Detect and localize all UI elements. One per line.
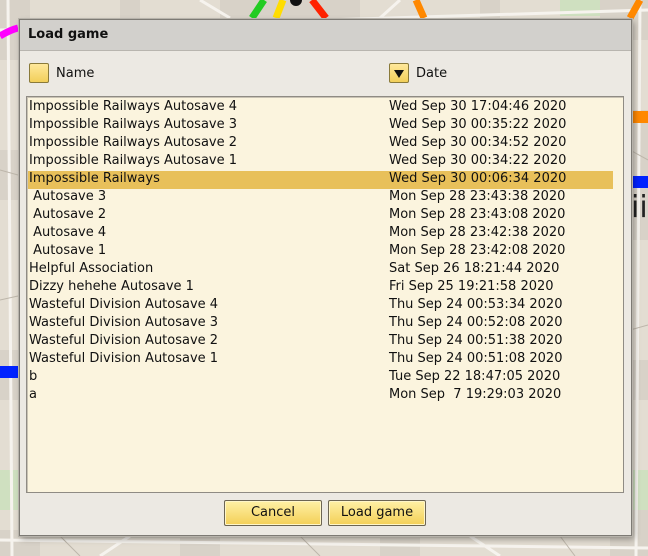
saved-game-name: Wasteful Division Autosave 4 xyxy=(29,297,219,312)
saved-game-row[interactable]: Impossible Railways Autosave 4 Wed Sep 30… xyxy=(28,99,613,117)
saved-game-row[interactable]: Impossible Railways Autosave 2 Wed Sep 30… xyxy=(28,135,613,153)
saved-game-date: Wed Sep 30 00:35:22 2020 xyxy=(389,117,567,132)
saved-game-row[interactable]: Impossible Railways Autosave 1 Wed Sep 30… xyxy=(28,153,613,171)
saved-game-row[interactable]: Autosave 3 Mon Sep 28 23:43:38 2020 xyxy=(28,189,613,207)
saved-game-name: b xyxy=(29,369,38,384)
saved-game-row[interactable]: Wasteful Division Autosave 3 Thu Sep 24 0… xyxy=(28,315,613,333)
saved-game-name: a xyxy=(29,387,37,402)
saved-game-date: Mon Sep 28 23:43:38 2020 xyxy=(389,189,566,204)
saved-game-date: Mon Sep 7 19:29:03 2020 xyxy=(389,387,562,402)
saved-game-name: Autosave 2 xyxy=(29,207,107,222)
saved-game-name: Autosave 1 xyxy=(29,243,107,258)
saved-game-date: Tue Sep 22 18:47:05 2020 xyxy=(389,369,561,384)
saved-game-row[interactable]: Autosave 2 Mon Sep 28 23:43:08 2020 xyxy=(28,207,613,225)
saved-games-list[interactable]: Impossible Railways Autosave 4 Wed Sep 30… xyxy=(26,96,624,493)
saved-game-name: Autosave 3 xyxy=(29,189,107,204)
saved-game-date: Sat Sep 26 18:21:44 2020 xyxy=(389,261,560,276)
saved-game-date: Mon Sep 28 23:42:08 2020 xyxy=(389,243,566,258)
load-game-dialog: Load game Name Date Impossible Railways … xyxy=(19,19,632,536)
saved-game-row[interactable]: Autosave 4 Mon Sep 28 23:42:38 2020 xyxy=(28,225,613,243)
saved-game-name: Wasteful Division Autosave 1 xyxy=(29,351,219,366)
date-column-label: Date xyxy=(416,66,448,81)
saved-game-name: Dizzy hehehe Autosave 1 xyxy=(29,279,194,294)
saved-game-date: Fri Sep 25 19:21:58 2020 xyxy=(389,279,554,294)
saved-game-name: Wasteful Division Autosave 3 xyxy=(29,315,219,330)
saved-game-row[interactable]: Impossible Railways Wed Sep 30 00:06:34 2… xyxy=(28,171,613,189)
saved-game-row[interactable]: b Tue Sep 22 18:47:05 2020 xyxy=(28,369,613,387)
saved-game-date: Thu Sep 24 00:51:08 2020 xyxy=(389,351,563,366)
sort-by-date-button[interactable] xyxy=(389,63,409,83)
saved-game-name: Impossible Railways xyxy=(29,171,160,186)
saved-game-row[interactable]: Impossible Railways Autosave 3 Wed Sep 30… xyxy=(28,117,613,135)
saved-game-row[interactable]: a Mon Sep 7 19:29:03 2020 xyxy=(28,387,613,405)
cancel-button[interactable]: Cancel xyxy=(224,500,322,526)
saved-game-date: Mon Sep 28 23:42:38 2020 xyxy=(389,225,566,240)
saved-game-date: Wed Sep 30 00:06:34 2020 xyxy=(389,171,567,186)
saved-game-date: Thu Sep 24 00:51:38 2020 xyxy=(389,333,563,348)
saved-game-row[interactable]: Autosave 1 Mon Sep 28 23:42:08 2020 xyxy=(28,243,613,261)
saved-game-row[interactable]: Wasteful Division Autosave 2 Thu Sep 24 0… xyxy=(28,333,613,351)
saved-game-row[interactable]: Wasteful Division Autosave 1 Thu Sep 24 0… xyxy=(28,351,613,369)
dialog-titlebar[interactable]: Load game xyxy=(20,20,631,51)
saved-game-name: Wasteful Division Autosave 2 xyxy=(29,333,219,348)
saved-game-date: Wed Sep 30 17:04:46 2020 xyxy=(389,99,567,114)
saved-game-row[interactable]: Helpful Association Sat Sep 26 18:21:44 2… xyxy=(28,261,613,279)
saved-game-date: Mon Sep 28 23:43:08 2020 xyxy=(389,207,566,222)
saved-game-name: Impossible Railways Autosave 1 xyxy=(29,153,238,168)
saved-game-date: Thu Sep 24 00:53:34 2020 xyxy=(389,297,563,312)
sort-by-name-button[interactable] xyxy=(29,63,49,83)
saved-game-date: Wed Sep 30 00:34:52 2020 xyxy=(389,135,567,150)
saved-game-name: Impossible Railways Autosave 3 xyxy=(29,117,238,132)
name-column-label: Name xyxy=(56,66,95,81)
dialog-title: Load game xyxy=(28,27,109,42)
saved-game-date: Thu Sep 24 00:52:08 2020 xyxy=(389,315,563,330)
sort-descending-icon xyxy=(394,70,404,78)
saved-game-name: Autosave 4 xyxy=(29,225,107,240)
saved-game-row[interactable]: Dizzy hehehe Autosave 1 Fri Sep 25 19:21:… xyxy=(28,279,613,297)
saved-game-name: Helpful Association xyxy=(29,261,154,276)
saved-game-name: Impossible Railways Autosave 2 xyxy=(29,135,238,150)
load-game-button[interactable]: Load game xyxy=(328,500,426,526)
saved-game-name: Impossible Railways Autosave 4 xyxy=(29,99,238,114)
map-partial-label: ii xyxy=(631,190,648,225)
saved-game-row[interactable]: Wasteful Division Autosave 4 Thu Sep 24 0… xyxy=(28,297,613,315)
saved-game-date: Wed Sep 30 00:34:22 2020 xyxy=(389,153,567,168)
